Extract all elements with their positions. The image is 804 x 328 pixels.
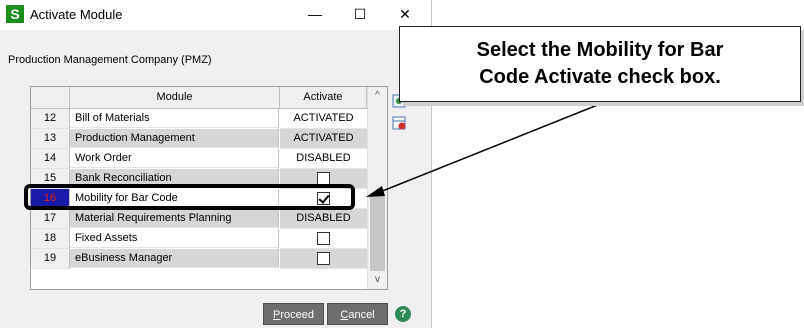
instruction-callout: Select the Mobility for Bar Code Activat… <box>399 26 801 102</box>
callout-line-2: Code Activate check box. <box>479 66 721 88</box>
callout-line-1: Select the Mobility for Bar <box>476 39 724 61</box>
